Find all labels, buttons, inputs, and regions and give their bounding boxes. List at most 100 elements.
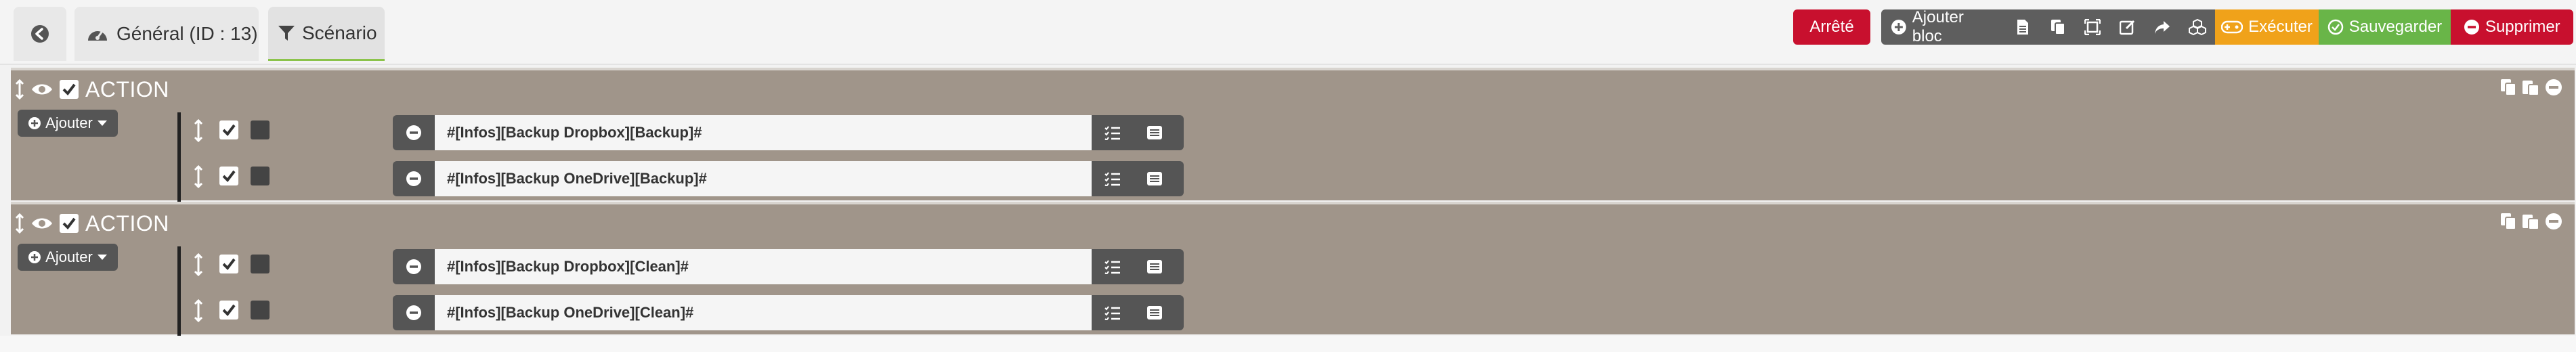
action-enabled-checkbox[interactable] — [219, 120, 238, 139]
expand-icon — [2084, 19, 2101, 35]
drag-handle-icon[interactable] — [15, 213, 24, 234]
select-action-button[interactable] — [1092, 115, 1134, 150]
add-action-dropdown[interactable]: Ajouter — [18, 110, 118, 137]
drag-handle-icon[interactable] — [194, 299, 203, 322]
check-icon — [62, 217, 76, 229]
actions-separator — [177, 112, 181, 203]
add-block-label: Ajouter bloc — [1912, 9, 1964, 45]
minus-circle-icon — [406, 125, 421, 140]
drag-handle-icon[interactable] — [194, 119, 203, 142]
filter-icon — [278, 25, 295, 41]
save-button[interactable]: Sauvegarder — [2319, 9, 2451, 45]
select-action-button[interactable] — [1092, 295, 1134, 330]
remove-action-button[interactable] — [393, 115, 435, 150]
block-enabled-checkbox[interactable] — [60, 80, 79, 99]
list-check-icon — [1104, 172, 1120, 186]
scenario-editor: Général (ID : 13) Scénario Arrêté Ajoute… — [0, 0, 2576, 352]
action-row: #[Infos][Backup Dropbox][Backup]# — [186, 112, 1188, 153]
action-background-checkbox[interactable] — [251, 301, 270, 320]
action-background-checkbox[interactable] — [251, 120, 270, 139]
actions-separator — [177, 246, 181, 337]
dependencies-button[interactable] — [2180, 9, 2215, 45]
top-bar: Général (ID : 13) Scénario Arrêté Ajoute… — [0, 0, 2576, 65]
eye-icon[interactable] — [31, 216, 53, 231]
select-action-button[interactable] — [1092, 249, 1134, 284]
edit-button[interactable] — [2110, 9, 2145, 45]
action-block: ACTION Ajouter #[Infos][Backup Dropbox][… — [11, 68, 2575, 203]
action-expression-input[interactable]: #[Infos][Backup OneDrive][Backup]# — [435, 161, 1092, 196]
select-command-button[interactable] — [1134, 161, 1176, 196]
share-icon — [2155, 21, 2170, 34]
drag-handle-icon[interactable] — [15, 79, 24, 100]
action-expression-input[interactable]: #[Infos][Backup Dropbox][Backup]# — [435, 115, 1092, 150]
add-action-dropdown[interactable]: Ajouter — [18, 244, 118, 271]
action-expression: #[Infos][Backup Dropbox][Backup]# — [393, 115, 1184, 150]
add-block-button[interactable]: Ajouter bloc — [1881, 9, 2006, 45]
copy-icon[interactable] — [2500, 213, 2516, 230]
gamepad-icon — [2221, 20, 2244, 34]
minus-circle-icon — [406, 305, 421, 320]
drag-handle-icon[interactable] — [194, 165, 203, 188]
action-expression: #[Infos][Backup OneDrive][Backup]# — [393, 161, 1184, 196]
copy-button[interactable] — [2040, 9, 2076, 45]
caret-down-icon — [97, 120, 107, 126]
eye-icon[interactable] — [31, 82, 53, 97]
tab-general[interactable]: Général (ID : 13) — [74, 7, 259, 61]
delete-label: Supprimer — [2485, 18, 2560, 36]
arrow-left-circle-icon — [31, 25, 49, 43]
select-command-button[interactable] — [1134, 115, 1176, 150]
plus-circle-icon — [28, 251, 41, 263]
delete-button[interactable]: Supprimer — [2450, 9, 2573, 45]
action-expression: #[Infos][Backup Dropbox][Clean]# — [393, 249, 1184, 284]
action-enabled-checkbox[interactable] — [219, 301, 238, 320]
share-button[interactable] — [2145, 9, 2181, 45]
copy-icon[interactable] — [2500, 79, 2516, 96]
action-enabled-checkbox[interactable] — [219, 167, 238, 185]
remove-block-icon[interactable] — [2545, 79, 2562, 96]
action-expression-input[interactable]: #[Infos][Backup OneDrive][Clean]# — [435, 295, 1092, 330]
back-tab[interactable] — [14, 7, 66, 61]
execute-label: Exécuter — [2248, 18, 2313, 36]
tab-scenario[interactable]: Scénario — [268, 7, 385, 61]
select-action-button[interactable] — [1092, 161, 1134, 196]
block-title: ACTION — [85, 76, 169, 102]
list-check-icon — [1104, 260, 1120, 274]
paste-icon[interactable] — [2522, 213, 2539, 230]
save-label: Sauvegarder — [2348, 18, 2443, 36]
remove-action-button[interactable] — [393, 249, 435, 284]
check-icon — [222, 124, 236, 136]
file-text-icon — [2017, 20, 2029, 35]
remove-block-icon[interactable] — [2545, 213, 2562, 230]
remove-action-button[interactable] — [393, 295, 435, 330]
action-background-checkbox[interactable] — [251, 255, 270, 273]
action-row: #[Infos][Backup OneDrive][Backup]# — [186, 158, 1188, 199]
select-command-button[interactable] — [1134, 249, 1176, 284]
cubes-icon — [2188, 19, 2206, 35]
block-tools — [2500, 79, 2562, 96]
list-alt-icon — [1147, 260, 1162, 273]
action-enabled-checkbox[interactable] — [219, 255, 238, 273]
action-row: #[Infos][Backup OneDrive][Clean]# — [186, 292, 1188, 333]
expand-button[interactable] — [2075, 9, 2111, 45]
check-icon — [222, 258, 236, 270]
dashboard-gauge-icon — [88, 30, 107, 41]
state-badge: Arrêté — [1793, 9, 1870, 45]
check-icon — [222, 170, 236, 182]
list-alt-icon — [1147, 126, 1162, 139]
block-header: ACTION — [11, 70, 169, 108]
action-expression-input[interactable]: #[Infos][Backup Dropbox][Clean]# — [435, 249, 1092, 284]
remove-action-button[interactable] — [393, 161, 435, 196]
action-expression: #[Infos][Backup OneDrive][Clean]# — [393, 295, 1184, 330]
paste-icon[interactable] — [2522, 79, 2539, 96]
drag-handle-icon[interactable] — [194, 253, 203, 276]
execute-button[interactable]: Exécuter — [2214, 9, 2319, 45]
minus-circle-icon — [406, 259, 421, 274]
select-command-button[interactable] — [1134, 295, 1176, 330]
block-enabled-checkbox[interactable] — [60, 214, 79, 233]
action-background-checkbox[interactable] — [251, 167, 270, 185]
add-action-label: Ajouter — [45, 114, 93, 131]
minus-circle-icon — [2464, 20, 2479, 35]
file-button[interactable] — [2005, 9, 2040, 45]
toolbar-group: Ajouter bloc Exécuter Sauvegarder Suppri… — [1881, 9, 2573, 45]
check-icon — [62, 83, 76, 95]
